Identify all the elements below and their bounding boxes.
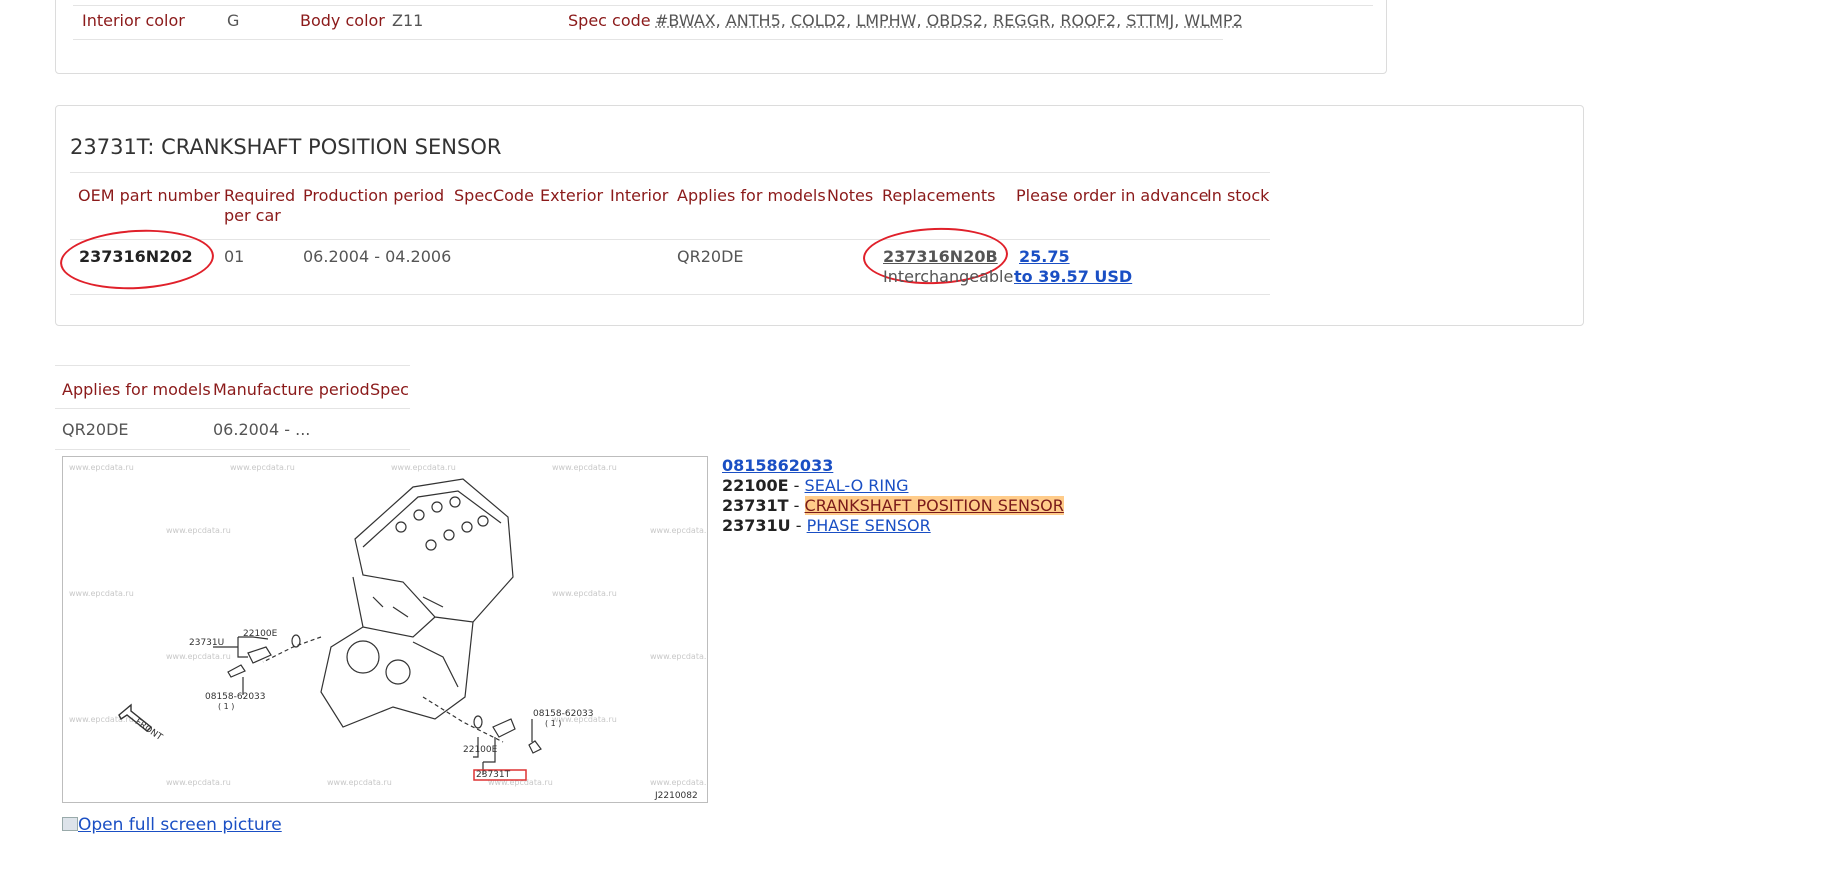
divider: [55, 408, 410, 409]
spec-code[interactable]: COLD2: [791, 11, 846, 30]
header-required: Required per car: [224, 186, 295, 226]
header-exterior: Exterior: [540, 186, 604, 205]
engine-block: [320, 576, 474, 728]
header-stock: In stock: [1207, 186, 1270, 205]
interior-color-label: Interior color: [82, 11, 185, 30]
spec-code-list: #BWAX, ANTH5, COLD2, LMPHW, OBDS2, REGGR…: [655, 11, 1243, 30]
callout-qty-left: ( 1 ): [218, 702, 235, 711]
part-section-panel: 23731T: CRANKSHAFT POSITION SENSOR OEM p…: [55, 105, 1584, 326]
section-title: 23731T: CRANKSHAFT POSITION SENSOR: [70, 135, 502, 159]
magnifier-icon[interactable]: [62, 817, 78, 831]
header-manufacture-period: Manufacture period: [213, 380, 370, 399]
legend-sep: -: [788, 496, 805, 515]
required-count: 01: [224, 247, 245, 266]
annotation-circle: [58, 226, 216, 293]
vehicle-info-panel: Interior color G Body color Z11 Spec cod…: [55, 0, 1387, 74]
price-to: to 39.57 USD: [1014, 267, 1132, 287]
header-spec: Spec: [370, 380, 409, 399]
body-color-value: Z11: [392, 11, 424, 30]
parts-diagram[interactable]: www.epcdata.ru www.epcdata.ru www.epcdat…: [62, 456, 708, 803]
header-applies-models: Applies for models: [62, 380, 211, 399]
diagram-legend: 0815862033 22100E - SEAL-O RING 23731T -…: [722, 456, 1064, 536]
callout-23731u: 23731U: [189, 638, 225, 648]
legend-top-link[interactable]: 0815862033: [722, 456, 833, 475]
divider: [55, 449, 410, 450]
header-required-line2: per car: [224, 206, 281, 225]
legend-sep: -: [788, 476, 805, 495]
spec-code[interactable]: LMPHW: [856, 11, 916, 30]
engine-drawing: [118, 478, 542, 781]
spec-code[interactable]: WLMP2: [1184, 11, 1242, 30]
callout-qty-right: ( 1 ): [545, 719, 562, 728]
spec-code[interactable]: #BWAX: [655, 11, 716, 30]
divider: [73, 5, 1373, 6]
legend-code: 22100E: [722, 476, 789, 495]
manufacture-period-value: 06.2004 - ...: [213, 420, 311, 439]
price-range: 25.75: [1014, 247, 1070, 267]
legend-part-link-selected[interactable]: CRANKSHAFT POSITION SENSOR: [804, 496, 1064, 515]
divider: [70, 239, 1270, 240]
spec-code[interactable]: STTMJ: [1126, 11, 1174, 30]
header-notes: Notes: [827, 186, 874, 205]
callout-08158-left: 08158-62033: [205, 692, 266, 702]
divider: [73, 39, 1223, 40]
callout-08158-right: 08158-62033: [533, 709, 594, 719]
open-full-screen-link[interactable]: Open full screen picture: [78, 815, 282, 835]
header-production: Production period: [303, 186, 445, 205]
callout-23731t[interactable]: 23731T: [476, 770, 510, 780]
replacement-note: Interchangeable: [883, 267, 1014, 286]
divider: [55, 365, 410, 366]
legend-item: 23731U - PHASE SENSOR: [722, 516, 1064, 536]
header-order: Please order in advance: [1016, 186, 1209, 205]
spec-code-label: Spec code: [568, 11, 651, 30]
legend-code: 23731U: [722, 516, 791, 535]
header-speccode: SpecCode: [454, 186, 534, 205]
legend-part-link[interactable]: PHASE SENSOR: [807, 516, 931, 535]
header-interior: Interior: [610, 186, 669, 205]
applies-table: Applies for models Manufacture period Sp…: [55, 365, 410, 450]
callout-22100e-right: 22100E: [463, 745, 498, 755]
legend-item: 23731T - CRANKSHAFT POSITION SENSOR: [722, 496, 1064, 516]
header-applies: Applies for models: [677, 186, 826, 205]
legend-code: 23731T: [722, 496, 789, 515]
callout-22100e: 22100E: [243, 629, 278, 639]
open-full-picture: Open full screen picture: [62, 815, 282, 835]
spec-code[interactable]: ANTH5: [726, 11, 781, 30]
engine-head: [354, 478, 514, 623]
price-from-link[interactable]: 25.75: [1014, 247, 1070, 266]
divider: [70, 172, 1270, 173]
applies-model: QR20DE: [677, 247, 744, 266]
header-required-line1: Required: [224, 186, 296, 205]
diagram-code: J2210082: [655, 791, 698, 801]
spec-code[interactable]: ROOF2: [1060, 11, 1116, 30]
body-color-label: Body color: [300, 11, 385, 30]
spec-code[interactable]: OBDS2: [927, 11, 983, 30]
applies-model-value: QR20DE: [62, 420, 129, 439]
spec-code[interactable]: REGGR: [993, 11, 1050, 30]
production-period: 06.2004 - 04.2006: [303, 247, 452, 266]
header-replacements: Replacements: [882, 186, 996, 205]
divider: [70, 294, 1270, 295]
legend-item: 22100E - SEAL-O RING: [722, 476, 1064, 496]
interior-color-value: G: [227, 11, 240, 30]
price-to-link[interactable]: to 39.57 USD: [1014, 267, 1132, 286]
header-oem: OEM part number: [78, 186, 220, 205]
legend-part-link[interactable]: SEAL-O RING: [805, 476, 909, 495]
legend-sep: -: [790, 516, 807, 535]
